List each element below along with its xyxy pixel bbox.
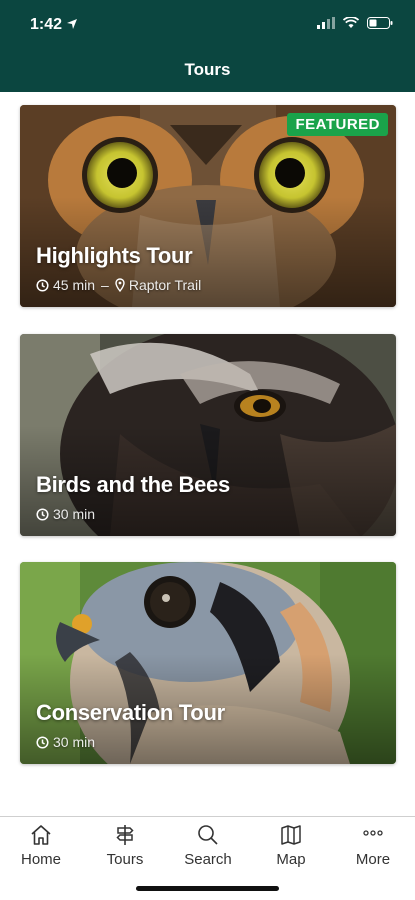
map-icon (281, 825, 301, 845)
tab-home[interactable]: Home (6, 823, 76, 868)
more-icon (363, 830, 383, 836)
page-title: Tours (184, 60, 231, 79)
search-icon (198, 825, 218, 845)
tab-search[interactable]: Search (173, 823, 243, 868)
battery-icon (367, 17, 393, 29)
tour-card-highlights[interactable]: FEATURED Highlights Tour 45 min – Raptor… (20, 105, 396, 307)
tab-more-label: More (355, 851, 391, 868)
tour-title: Birds and the Bees (36, 472, 230, 497)
tour-meta: 30 min (36, 506, 95, 522)
app-header: 1:42 Tours (0, 0, 415, 92)
home-indicator (136, 886, 279, 891)
tour-duration-text: 30 min (53, 734, 96, 750)
tour-title: Highlights Tour (36, 243, 193, 268)
tour-meta: 45 min – Raptor Trail (36, 277, 201, 293)
tour-card-conservation[interactable]: Conservation Tour 30 min (20, 562, 396, 764)
tab-tours-label: Tours (106, 851, 144, 868)
status-bar: 1:42 (0, 0, 415, 50)
featured-badge: FEATURED (287, 113, 388, 136)
tab-map-label: Map (276, 851, 306, 868)
map-pin-icon (115, 278, 125, 292)
tour-card-birds-and-bees[interactable]: Birds and the Bees 30 min (20, 334, 396, 536)
tab-more[interactable]: More (338, 823, 408, 868)
tour-location: Raptor Trail (115, 277, 201, 293)
wifi-icon (343, 17, 359, 28)
tour-duration-text: 45 min (53, 277, 96, 293)
tab-tours[interactable]: Tours (90, 823, 160, 868)
tab-search-label: Search (184, 851, 232, 868)
tab-map[interactable]: Map (256, 823, 326, 868)
home-icon (31, 825, 51, 845)
clock-icon (36, 278, 49, 292)
tour-duration: 30 min (36, 506, 95, 522)
location-arrow-icon (67, 19, 77, 29)
tour-location-text: Raptor Trail (128, 277, 202, 293)
tour-duration-text: 30 min (53, 506, 96, 522)
signal-icon (317, 17, 335, 29)
signpost-icon (116, 825, 134, 845)
status-time: 1:42 (30, 16, 63, 33)
clock-icon (36, 507, 49, 521)
tab-home-label: Home (20, 851, 61, 868)
tour-meta: 30 min (36, 734, 95, 750)
tour-duration: 45 min (36, 277, 95, 293)
tour-title: Conservation Tour (36, 700, 225, 725)
tour-duration: 30 min (36, 734, 95, 750)
status-indicators (317, 17, 393, 29)
meta-separator: – (101, 277, 109, 293)
clock-icon (36, 735, 49, 749)
